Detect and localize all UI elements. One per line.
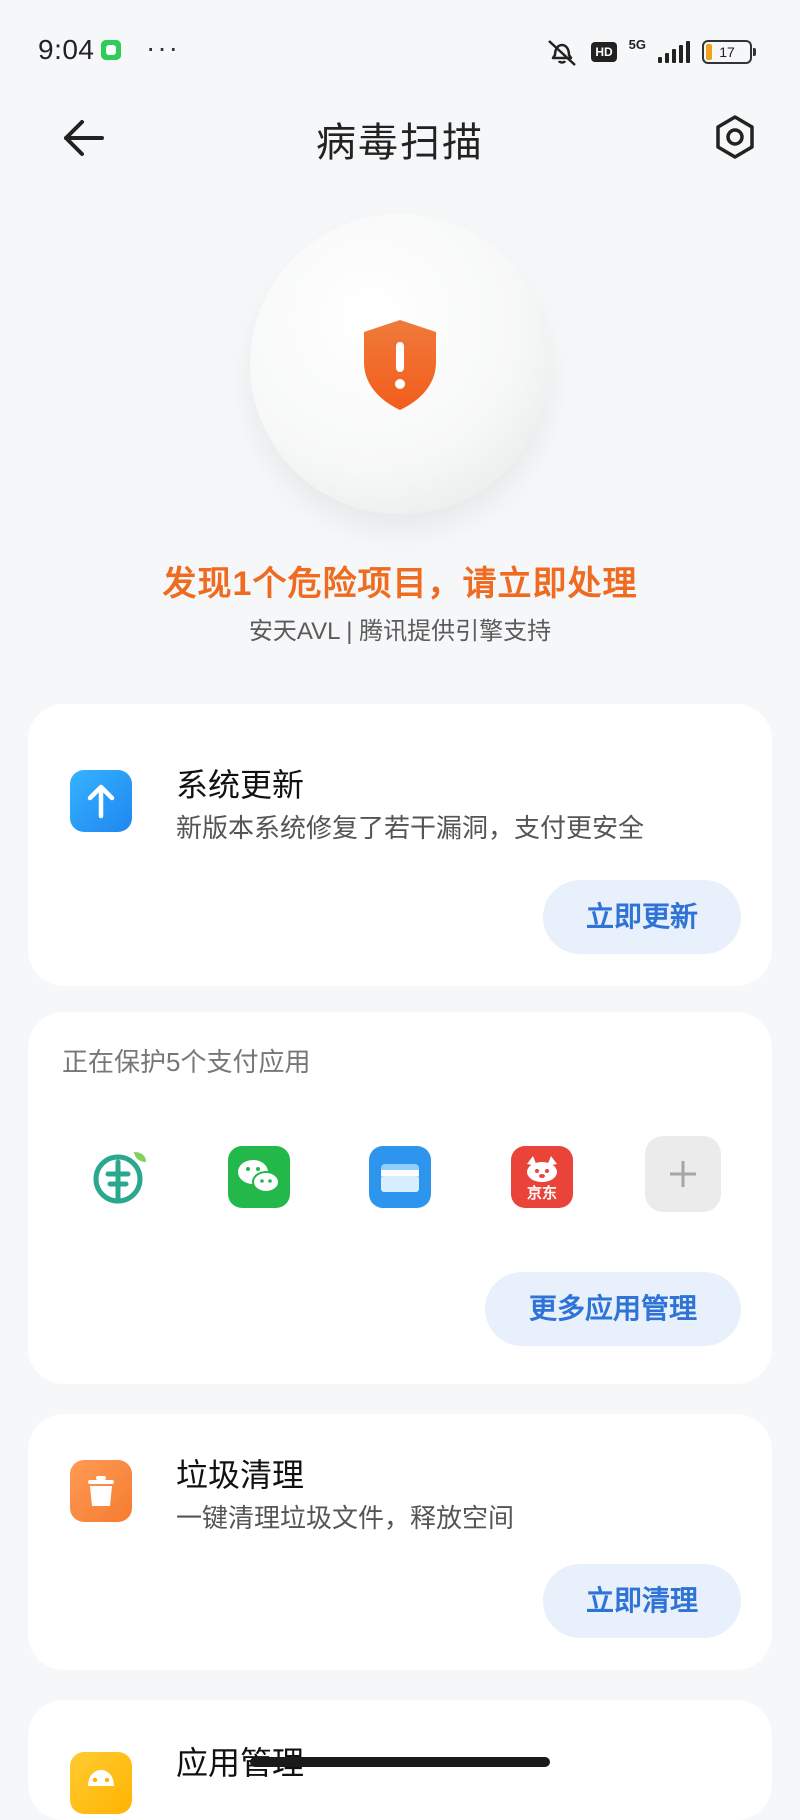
protected-apps-list: 京东	[28, 1136, 772, 1226]
hd-badge: HD	[591, 42, 617, 62]
payment-protection-heading: 正在保护5个支付应用	[62, 1047, 311, 1077]
warning-shield-icon	[364, 320, 436, 410]
app-header: 病毒扫描	[0, 102, 800, 174]
junk-clean-title: 垃圾清理	[176, 1457, 305, 1493]
wallet-app-icon[interactable]	[369, 1146, 431, 1208]
jd-app-icon[interactable]: 京东	[511, 1146, 573, 1208]
junk-clean-description: 一键清理垃圾文件，释放空间	[176, 1503, 515, 1533]
payment-protection-card: 正在保护5个支付应用 京东 更多应用管理	[28, 1012, 772, 1384]
wechat-app-icon[interactable]	[228, 1146, 290, 1208]
system-update-description: 新版本系统修复了若干漏洞，支付更安全	[176, 813, 645, 843]
notification-message-icon	[101, 40, 121, 60]
home-indicator[interactable]	[250, 1757, 550, 1767]
status-bar: 9:04 ··· HD 5G 17	[0, 0, 800, 102]
settings-button[interactable]	[710, 112, 760, 162]
battery-level: 17	[719, 44, 735, 60]
trash-can-icon	[88, 1476, 114, 1506]
junk-clean-card: 垃圾清理 一键清理垃圾文件，释放空间 立即清理	[28, 1414, 772, 1670]
settings-gear-icon	[716, 115, 754, 159]
more-app-management-button[interactable]: 更多应用管理	[485, 1272, 741, 1346]
agricultural-bank-app-icon[interactable]	[90, 1146, 152, 1208]
battery-icon: 17	[702, 40, 756, 64]
silent-mode-icon	[548, 40, 577, 66]
scan-result-title: 发现1个危险项目，请立即处理	[162, 565, 638, 603]
android-icon	[88, 1770, 114, 1786]
more-notifications-icon: ···	[146, 32, 180, 63]
update-now-button[interactable]: 立即更新	[543, 880, 741, 954]
app-management-icon	[70, 1752, 132, 1814]
clean-now-button[interactable]: 立即清理	[543, 1564, 741, 1638]
status-time: 9:04	[38, 34, 95, 65]
scan-engine-credit: 安天AVL | 腾讯提供引擎支持	[248, 618, 552, 645]
add-protected-app-button[interactable]	[645, 1136, 721, 1212]
system-update-title: 系统更新	[176, 767, 305, 803]
junk-clean-icon	[70, 1460, 132, 1522]
signal-strength-icon	[658, 41, 690, 63]
network-type: 5G	[628, 36, 646, 52]
jd-app-label: 京东	[526, 1185, 557, 1202]
upload-arrow-icon	[87, 784, 115, 819]
system-update-icon	[70, 770, 132, 832]
page-title: 病毒扫描	[316, 121, 484, 165]
system-update-card: 系统更新 新版本系统修复了若干漏洞，支付更安全 立即更新	[28, 704, 772, 986]
status-icons: HD 5G 17	[545, 34, 756, 70]
